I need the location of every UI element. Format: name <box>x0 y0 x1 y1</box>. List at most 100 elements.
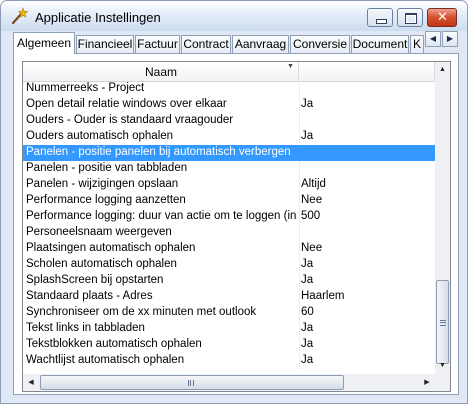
setting-value-cell[interactable]: Ja <box>301 322 433 334</box>
column-divider <box>299 97 300 113</box>
setting-name-cell[interactable]: Tekst links in tabbladen <box>26 322 298 334</box>
table-row[interactable]: Panelen - wijzigingen opslaan Altijd <box>23 177 435 193</box>
column-header-value[interactable] <box>299 62 435 81</box>
chevron-left-icon: ◀ <box>429 34 437 43</box>
horizontal-scroll-thumb[interactable] <box>40 375 344 390</box>
column-divider <box>299 145 300 161</box>
setting-value-cell[interactable]: 60 <box>301 306 433 318</box>
table-row[interactable]: Tekst links in tabbladen Ja <box>23 321 435 337</box>
setting-value-cell[interactable]: Ja <box>301 98 433 110</box>
table-row[interactable]: Ouders - Ouder is standaard vraagouder <box>23 113 435 129</box>
settings-wand-icon <box>11 7 28 25</box>
arrow-up-icon: ▲ <box>439 66 446 73</box>
tab-document[interactable]: Document <box>351 35 409 53</box>
grid-rows: Nummerreeks - Project Open detail relatie… <box>23 81 435 369</box>
grip-icon <box>440 320 446 326</box>
tab-scroll-right-button[interactable]: ▶ <box>442 31 458 47</box>
table-row[interactable]: Ouders automatisch ophalen Ja <box>23 129 435 145</box>
table-row[interactable]: Open detail relatie windows over elkaar J… <box>23 97 435 113</box>
column-divider <box>299 225 300 241</box>
vertical-scrollbar[interactable]: ▲ ▼ <box>435 62 450 374</box>
close-button[interactable]: ✕ <box>427 8 457 27</box>
tab-k[interactable]: K <box>410 35 424 53</box>
column-header-naam-label: Naam <box>144 65 177 79</box>
setting-name-cell[interactable]: Plaatsingen automatisch ophalen <box>26 242 298 254</box>
grid-header: Naam ▼ <box>23 62 435 82</box>
scroll-up-button[interactable]: ▲ <box>435 62 450 78</box>
setting-value-cell[interactable]: Ja <box>301 130 433 142</box>
maximize-button[interactable] <box>397 8 423 27</box>
table-row[interactable]: Personeelsnaam weergeven <box>23 225 435 241</box>
vertical-scroll-thumb[interactable] <box>436 280 449 364</box>
setting-name-cell[interactable]: Panelen - positie van tabbladen <box>26 162 298 174</box>
column-divider <box>299 113 300 129</box>
setting-value-cell[interactable]: Ja <box>301 338 433 350</box>
column-divider <box>299 353 300 369</box>
setting-name-cell[interactable]: Synchroniseer om de xx minuten met outlo… <box>26 306 298 318</box>
column-divider <box>299 321 300 337</box>
arrow-right-icon: ▶ <box>424 379 430 386</box>
settings-grid: Naam ▼ Nummerreeks - Project Open detail … <box>22 61 451 392</box>
column-divider <box>299 177 300 193</box>
setting-value-cell[interactable]: 500 <box>301 210 433 222</box>
table-row[interactable]: Panelen - positie van tabbladen <box>23 161 435 177</box>
horizontal-scrollbar[interactable]: ◀ ▶ <box>23 374 435 391</box>
tab-factuur[interactable]: Factuur <box>135 35 180 53</box>
setting-name-cell[interactable]: Panelen - positie panelen bij automatisc… <box>26 146 298 158</box>
column-divider <box>299 209 300 225</box>
tab-financieel[interactable]: Financieel <box>76 35 134 53</box>
column-divider <box>299 337 300 353</box>
maximize-icon <box>405 13 417 24</box>
tab-strip: Algemeen Financieel Factuur Contract Aan… <box>13 32 459 54</box>
table-row[interactable]: Performance logging: duur van actie om t… <box>23 209 435 225</box>
setting-name-cell[interactable]: Open detail relatie windows over elkaar <box>26 98 298 110</box>
setting-name-cell[interactable]: Tekstblokken automatisch ophalen <box>26 338 298 350</box>
table-row[interactable]: Synchroniseer om de xx minuten met outlo… <box>23 305 435 321</box>
table-row[interactable]: Scholen automatisch ophalen Ja <box>23 257 435 273</box>
setting-value-cell[interactable]: Haarlem <box>301 290 433 302</box>
table-row[interactable]: Tekstblokken automatisch ophalen Ja <box>23 337 435 353</box>
setting-name-cell[interactable]: SplashScreen bij opstarten <box>26 274 298 286</box>
table-row[interactable]: Plaatsingen automatisch ophalen Nee <box>23 241 435 257</box>
tab-algemeen[interactable]: Algemeen <box>13 32 75 54</box>
setting-name-cell[interactable]: Standaard plaats - Adres <box>26 290 298 302</box>
tab-conversie[interactable]: Conversie <box>290 35 350 53</box>
tab-aanvraag[interactable]: Aanvraag <box>232 35 289 53</box>
setting-name-cell[interactable]: Performance logging aanzetten <box>26 194 298 206</box>
setting-name-cell[interactable]: Ouders - Ouder is standaard vraagouder <box>26 114 298 126</box>
setting-value-cell[interactable]: Ja <box>301 354 433 366</box>
scroll-down-button[interactable]: ▼ <box>435 358 450 374</box>
setting-name-cell[interactable]: Wachtlijst automatisch ophalen <box>26 354 298 366</box>
table-row[interactable]: SplashScreen bij opstarten Ja <box>23 273 435 289</box>
setting-name-cell[interactable]: Scholen automatisch ophalen <box>26 258 298 270</box>
scroll-left-button[interactable]: ◀ <box>23 374 39 391</box>
minimize-button[interactable] <box>367 8 393 27</box>
table-row[interactable]: Panelen - positie panelen bij automatisc… <box>23 145 435 161</box>
table-row[interactable]: Nummerreeks - Project <box>23 81 435 97</box>
arrow-left-icon: ◀ <box>28 379 34 386</box>
title-bar[interactable]: Applicatie Instellingen ✕ <box>1 1 467 31</box>
chevron-right-icon: ▶ <box>446 34 454 43</box>
setting-name-cell[interactable]: Panelen - wijzigingen opslaan <box>26 178 298 190</box>
setting-name-cell[interactable]: Ouders automatisch ophalen <box>26 130 298 142</box>
tab-scroll-left-button[interactable]: ◀ <box>425 31 441 47</box>
table-row[interactable]: Performance logging aanzetten Nee <box>23 193 435 209</box>
close-icon: ✕ <box>437 10 448 25</box>
column-divider <box>299 81 300 97</box>
column-header-naam[interactable]: Naam ▼ <box>23 62 299 81</box>
setting-value-cell[interactable]: Nee <box>301 194 433 206</box>
setting-name-cell[interactable]: Nummerreeks - Project <box>26 82 298 94</box>
setting-value-cell[interactable]: Ja <box>301 258 433 270</box>
application-settings-window: Applicatie Instellingen ✕ Algemeen Finan… <box>0 0 468 404</box>
setting-name-cell[interactable]: Personeelsnaam weergeven <box>26 226 298 238</box>
table-row[interactable]: Standaard plaats - Adres Haarlem <box>23 289 435 305</box>
scroll-right-button[interactable]: ▶ <box>419 374 435 391</box>
setting-value-cell[interactable]: Altijd <box>301 178 433 190</box>
setting-value-cell[interactable]: Ja <box>301 274 433 286</box>
setting-value-cell[interactable]: Nee <box>301 242 433 254</box>
setting-name-cell[interactable]: Performance logging: duur van actie om t… <box>26 210 298 222</box>
tab-contract[interactable]: Contract <box>181 35 231 53</box>
sort-descending-icon: ▼ <box>287 63 294 70</box>
column-divider <box>299 273 300 289</box>
table-row[interactable]: Wachtlijst automatisch ophalen Ja <box>23 353 435 369</box>
